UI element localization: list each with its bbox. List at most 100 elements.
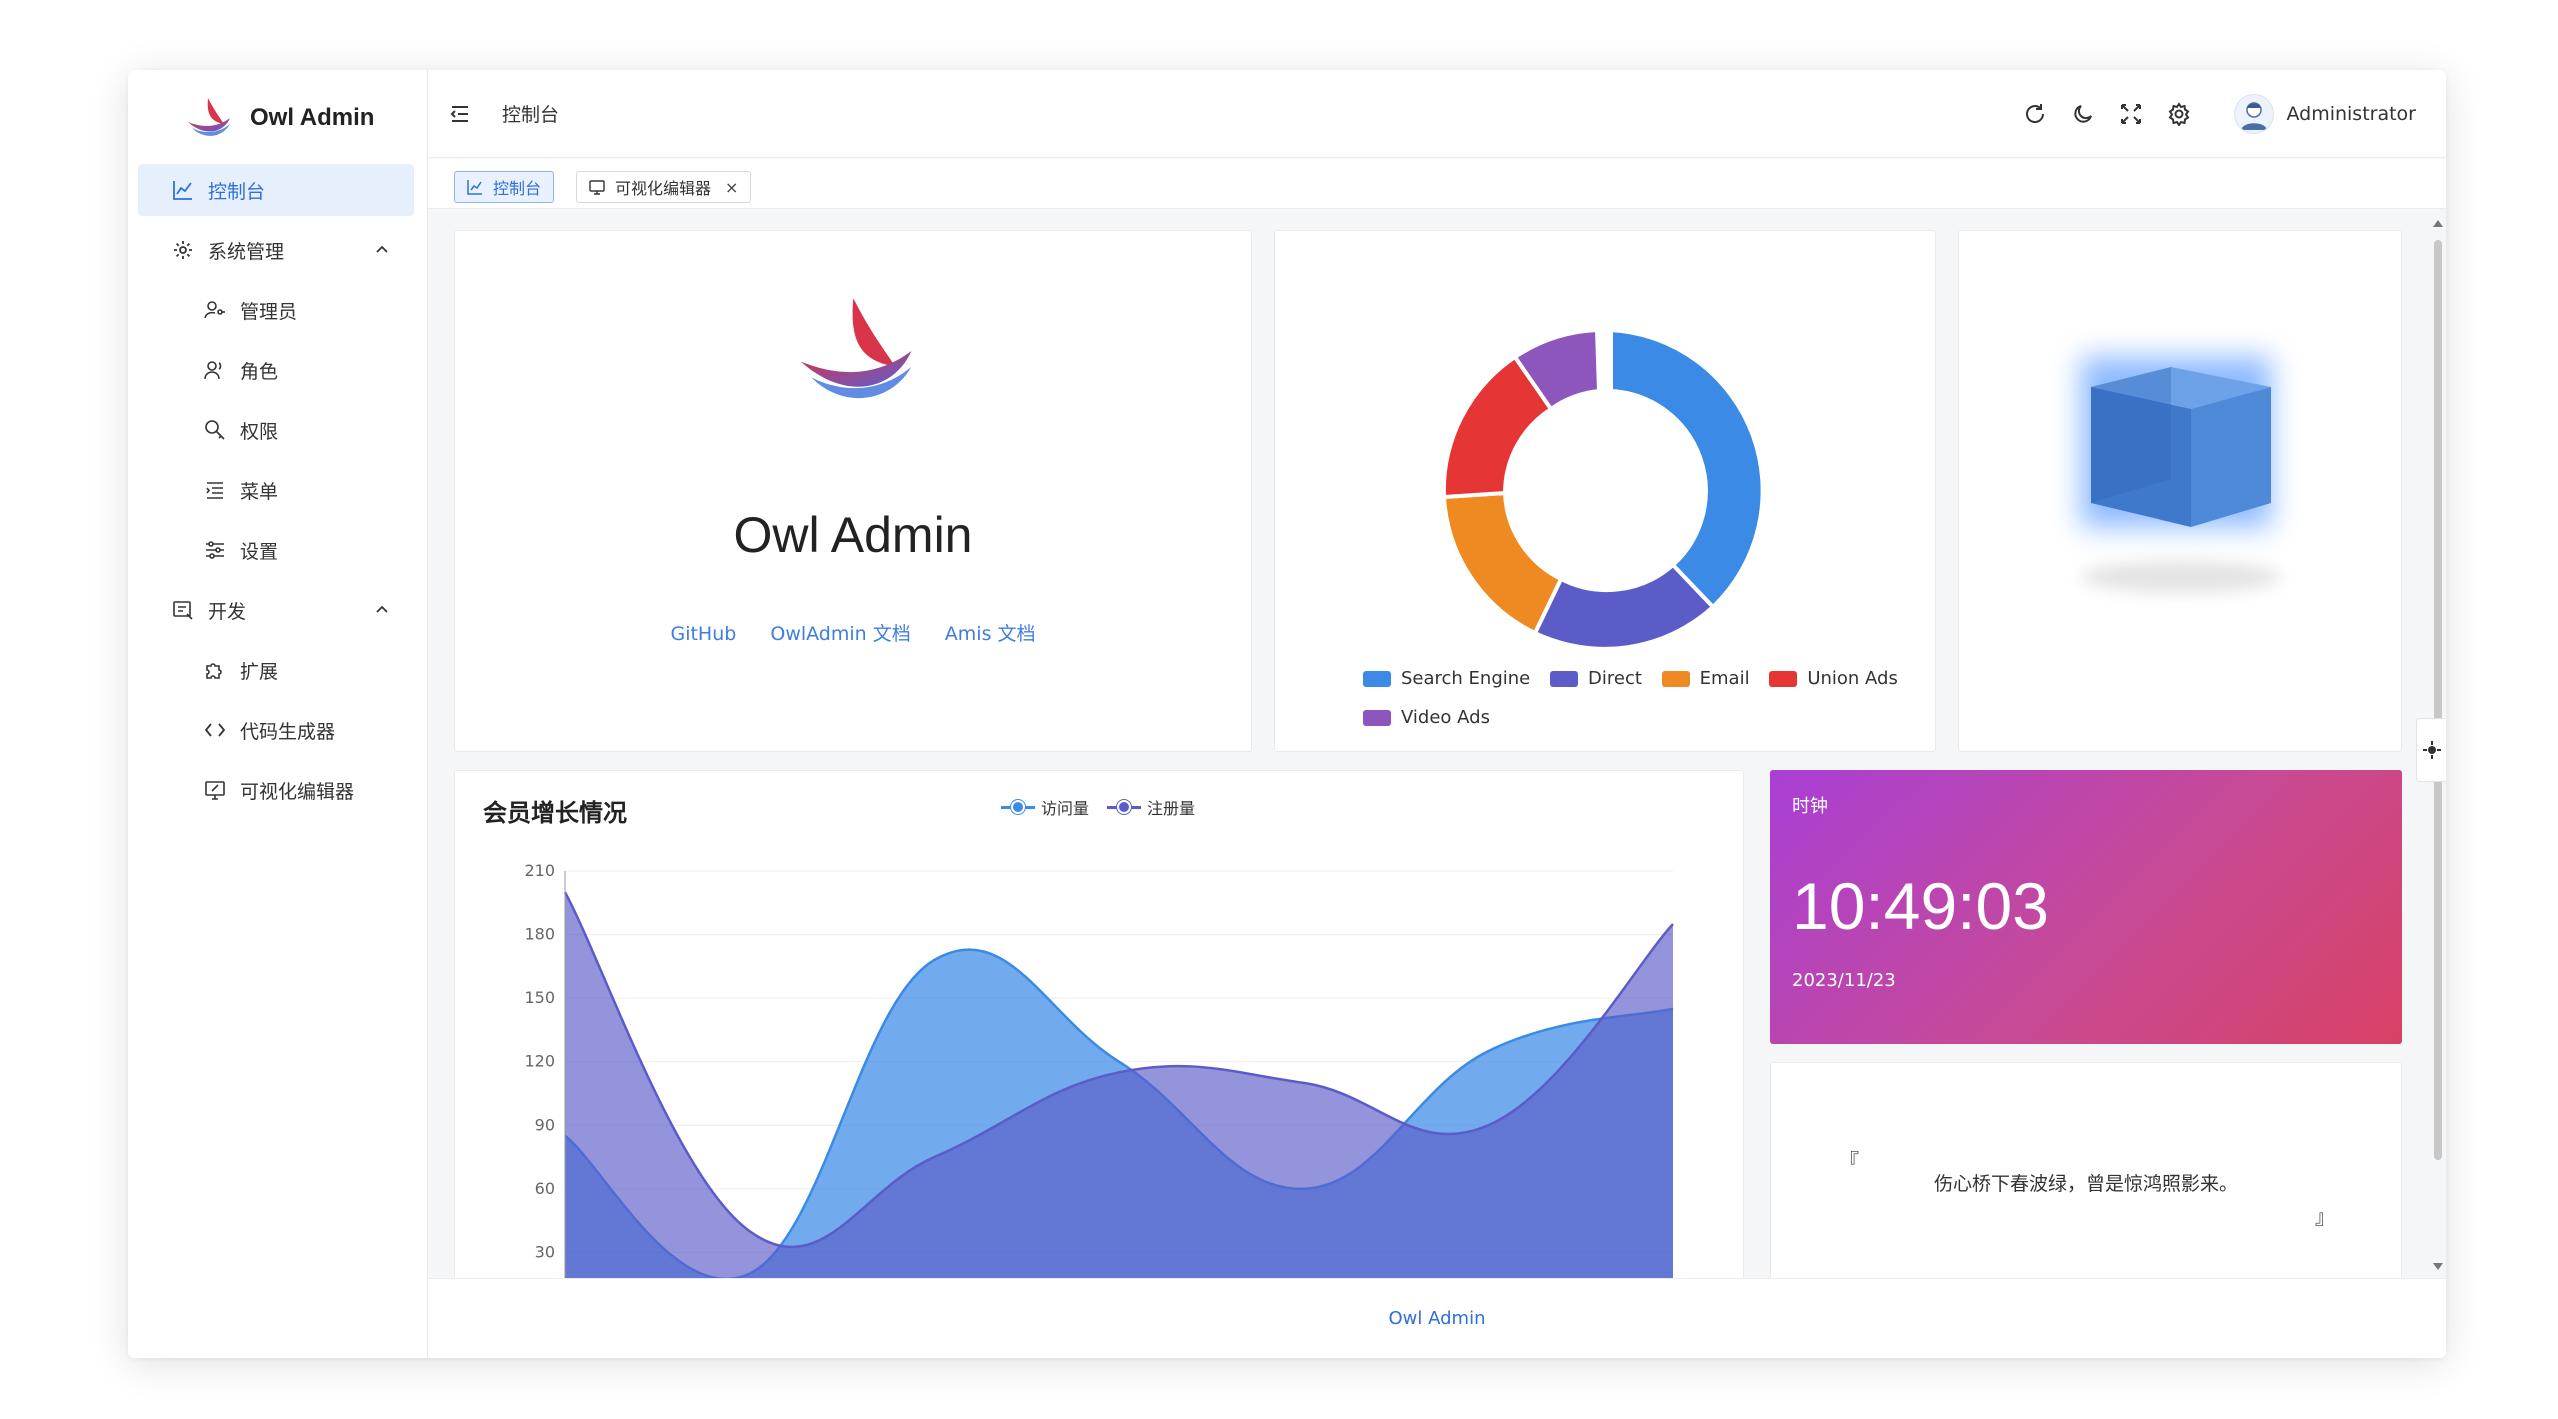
legend-item[interactable]: Direct bbox=[1550, 661, 1642, 697]
sidebar-item-label: 角色 bbox=[240, 360, 279, 383]
footer: Owl Admin bbox=[428, 1278, 2446, 1358]
slice-search-engine[interactable] bbox=[1609, 327, 1765, 610]
app-logo[interactable]: Owl Admin bbox=[184, 90, 374, 146]
y-tick-label: 180 bbox=[524, 925, 555, 944]
scrollbar-thumb[interactable] bbox=[2434, 240, 2442, 1160]
monitor-edit-icon bbox=[589, 179, 605, 195]
legend-item[interactable]: Email bbox=[1661, 661, 1750, 697]
sliders-icon bbox=[204, 539, 226, 561]
amis-docs-link[interactable]: Amis 文档 bbox=[945, 623, 1036, 645]
main-content: Owl Admin GitHub OwlAdmin 文档 Amis 文档 Sea… bbox=[428, 210, 2446, 1278]
sidebar-item-dev[interactable]: 开发 bbox=[138, 584, 414, 636]
sidebar-nav: 控制台 系统管理 管理员 角色 权限 菜单 设置 开发 扩展 代码生成器 可视化… bbox=[138, 164, 414, 824]
tabs-bar: 控制台 可视化编辑器 × bbox=[428, 159, 2446, 209]
sidebar-item-visual-editor[interactable]: 可视化编辑器 bbox=[138, 764, 414, 816]
tab-visual-editor[interactable]: 可视化编辑器 × bbox=[576, 171, 752, 203]
sidebar-item-label: 设置 bbox=[240, 540, 279, 563]
sidebar: Owl Admin 控制台 系统管理 管理员 角色 权限 菜单 设置 开发 扩展… bbox=[128, 70, 428, 1358]
sidebar-item-settings[interactable]: 设置 bbox=[138, 524, 414, 576]
cube-card bbox=[1958, 230, 2402, 752]
sidebar-item-label: 控制台 bbox=[208, 180, 266, 203]
clock-card: 时钟 10:49:03 2023/11/23 bbox=[1770, 770, 2402, 1044]
monitor-edit-icon bbox=[204, 779, 226, 801]
app-title: Owl Admin bbox=[250, 104, 375, 131]
sidebar-item-codegen[interactable]: 代码生成器 bbox=[138, 704, 414, 756]
area-chart: 0306090120150180210 bbox=[524, 861, 1674, 1278]
sidebar-item-label: 可视化编辑器 bbox=[240, 780, 355, 803]
menu-fold-icon[interactable] bbox=[448, 102, 472, 126]
users-icon bbox=[204, 359, 226, 381]
user-key-icon bbox=[204, 299, 226, 321]
clock-date: 2023/11/23 bbox=[1792, 970, 1896, 991]
chevron-up-icon bbox=[376, 245, 388, 253]
app-window: Owl Admin 控制台 系统管理 管理员 角色 权限 菜单 设置 开发 扩展… bbox=[128, 70, 2446, 1358]
tab-label: 可视化编辑器 bbox=[615, 179, 712, 198]
sidebar-item-extensions[interactable]: 扩展 bbox=[138, 644, 414, 696]
sidebar-item-label: 管理员 bbox=[240, 300, 298, 323]
scroll-up-arrow[interactable] bbox=[2433, 220, 2443, 227]
y-tick-label: 90 bbox=[535, 1115, 555, 1134]
cube-graphic bbox=[2081, 357, 2281, 593]
sidebar-item-roles[interactable]: 角色 bbox=[138, 344, 414, 396]
legend-item[interactable]: Union Ads bbox=[1769, 661, 1898, 697]
quote-text: 伤心桥下春波绿，曾是惊鸿照影来。 bbox=[1933, 1173, 2238, 1195]
legend-item[interactable]: Video Ads bbox=[1363, 700, 1490, 736]
chart-line-icon bbox=[172, 179, 194, 201]
sidebar-item-system[interactable]: 系统管理 bbox=[138, 224, 414, 276]
sidebar-item-permissions[interactable]: 权限 bbox=[138, 404, 414, 456]
welcome-links: GitHub OwlAdmin 文档 Amis 文档 bbox=[455, 619, 1251, 646]
y-tick-label: 210 bbox=[524, 861, 555, 880]
quote-close-mark: 』 bbox=[2315, 1205, 2335, 1229]
gear-icon bbox=[172, 239, 194, 261]
sidebar-item-dashboard[interactable]: 控制台 bbox=[138, 164, 414, 216]
tab-dashboard[interactable]: 控制台 bbox=[454, 171, 555, 203]
clock-time: 10:49:03 bbox=[1792, 869, 2049, 943]
y-tick-label: 150 bbox=[524, 988, 555, 1007]
legend-item[interactable]: Search Engine bbox=[1363, 661, 1530, 697]
close-icon[interactable]: × bbox=[725, 178, 738, 197]
tab-label: 控制台 bbox=[493, 179, 542, 198]
menu-list-icon bbox=[204, 479, 226, 501]
owl-logo-icon bbox=[800, 298, 912, 399]
gear-icon bbox=[2422, 741, 2441, 759]
sidebar-item-label: 系统管理 bbox=[208, 240, 285, 263]
avatar[interactable] bbox=[2234, 94, 2275, 134]
refresh-icon[interactable] bbox=[2022, 101, 2048, 127]
sidebar-item-menus[interactable]: 菜单 bbox=[138, 464, 414, 516]
sidebar-item-label: 权限 bbox=[240, 420, 279, 443]
sidebar-item-admins[interactable]: 管理员 bbox=[138, 284, 414, 336]
clock-label: 时钟 bbox=[1792, 796, 1828, 817]
footer-link[interactable]: Owl Admin bbox=[1389, 1308, 1486, 1329]
side-drawer-handle[interactable] bbox=[2416, 718, 2446, 782]
growth-chart-card: 会员增长情况 访问量 注册量 0306090120150180210 bbox=[454, 770, 1744, 1278]
y-tick-label: 120 bbox=[524, 1052, 555, 1071]
scroll-down-arrow[interactable] bbox=[2433, 1263, 2443, 1270]
donut-chart bbox=[1441, 327, 1765, 651]
owladmin-docs-link[interactable]: OwlAdmin 文档 bbox=[770, 623, 910, 645]
y-tick-label: 30 bbox=[535, 1242, 555, 1261]
pie-legend: Search Engine Direct Email Union Ads Vid… bbox=[1363, 661, 1923, 739]
sidebar-item-label: 代码生成器 bbox=[240, 720, 336, 743]
sidebar-item-label: 开发 bbox=[208, 600, 247, 623]
y-tick-label: 60 bbox=[535, 1179, 555, 1198]
sidebar-item-label: 菜单 bbox=[240, 480, 279, 503]
gear-icon[interactable] bbox=[2166, 101, 2192, 127]
github-link[interactable]: GitHub bbox=[670, 623, 736, 645]
username[interactable]: Administrator bbox=[2286, 103, 2416, 125]
dev-tools-icon bbox=[172, 599, 194, 621]
owl-logo-icon bbox=[188, 98, 230, 136]
welcome-card: Owl Admin GitHub OwlAdmin 文档 Amis 文档 bbox=[454, 230, 1252, 752]
pie-card: Search Engine Direct Email Union Ads Vid… bbox=[1274, 230, 1936, 752]
code-icon bbox=[204, 719, 226, 741]
moon-icon[interactable] bbox=[2070, 101, 2096, 127]
puzzle-icon bbox=[204, 659, 226, 681]
slice-email[interactable] bbox=[1441, 490, 1564, 636]
sidebar-item-label: 扩展 bbox=[240, 660, 279, 683]
breadcrumb: 控制台 bbox=[502, 104, 560, 126]
chevron-up-icon bbox=[376, 605, 388, 613]
quote-card: 『 伤心桥下春波绿，曾是惊鸿照影来。 』 bbox=[1770, 1062, 2402, 1278]
header-actions: Administrator bbox=[2022, 90, 2416, 138]
fullscreen-icon[interactable] bbox=[2118, 101, 2144, 127]
key-search-icon bbox=[204, 419, 226, 441]
welcome-title: Owl Admin bbox=[733, 507, 973, 563]
